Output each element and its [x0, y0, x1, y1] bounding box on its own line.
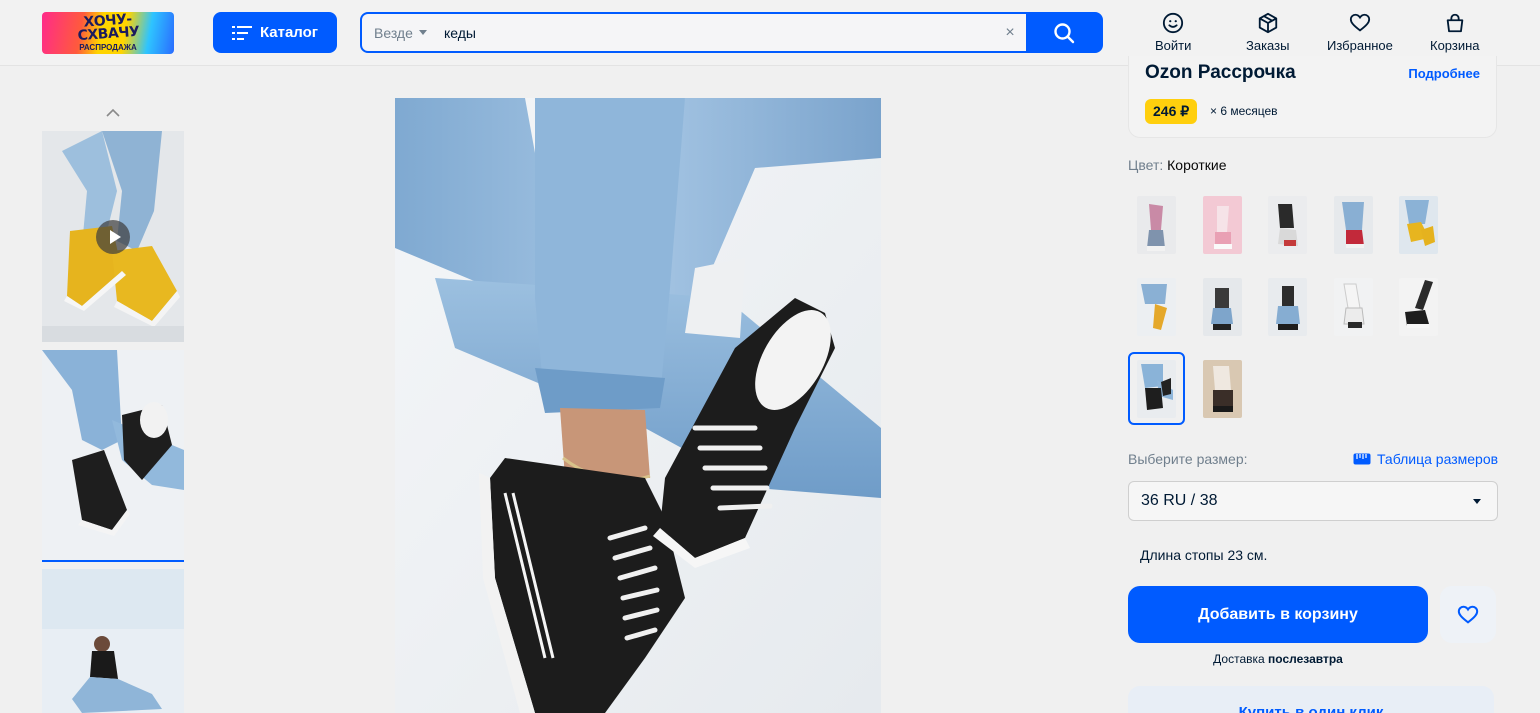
- swatch-image: [1203, 277, 1242, 336]
- search-scope-dropdown[interactable]: Везде: [374, 14, 427, 51]
- delivery-prefix: Доставка: [1213, 652, 1265, 666]
- color-swatch[interactable]: [1390, 188, 1447, 261]
- swatch-image: [1137, 195, 1176, 254]
- nav-favorites-label: Избранное: [1327, 38, 1393, 53]
- color-label-prefix: Цвет:: [1128, 157, 1164, 173]
- catalog-label: Каталог: [259, 24, 319, 41]
- swatch-image: [1334, 195, 1373, 254]
- search-scope-label: Везде: [374, 24, 413, 41]
- thumbnail-video[interactable]: [42, 131, 184, 342]
- heart-icon: [1349, 13, 1371, 32]
- nav-cart[interactable]: Корзина: [1430, 12, 1480, 56]
- swatch-image: [1268, 277, 1307, 336]
- color-swatch[interactable]: [1259, 270, 1316, 343]
- color-swatch-selected[interactable]: [1128, 352, 1185, 425]
- search-icon: [1053, 22, 1074, 43]
- menu-icon: [231, 25, 252, 40]
- search-input[interactable]: [444, 14, 984, 51]
- heart-icon: [1457, 605, 1479, 624]
- color-value: Короткие: [1167, 157, 1227, 173]
- swatch-image: [1399, 195, 1438, 254]
- swatch-image: [1399, 277, 1438, 336]
- color-swatch[interactable]: [1325, 270, 1382, 343]
- swatch-image: [1203, 195, 1242, 254]
- delivery-day: послезавтра: [1268, 652, 1343, 666]
- size-label: Выберите размер:: [1128, 451, 1248, 467]
- chevron-up-icon[interactable]: [104, 106, 122, 120]
- thumbnail-2[interactable]: [42, 350, 184, 562]
- search-bar: Везде ×: [360, 12, 1103, 53]
- color-swatch[interactable]: [1128, 270, 1185, 343]
- sale-logo[interactable]: ХОЧУ- СХВАЧУ РАСПРОДАЖА: [42, 12, 174, 54]
- foot-length-note: Длина стопы 23 см.: [1140, 547, 1268, 563]
- thumbnail-image: [42, 350, 184, 560]
- play-icon[interactable]: [96, 220, 130, 254]
- chevron-down-icon: [418, 30, 427, 35]
- search-field: Везде ×: [362, 14, 1026, 51]
- color-swatch[interactable]: [1325, 188, 1382, 261]
- catalog-button[interactable]: Каталог: [213, 12, 337, 53]
- add-to-favorites-button[interactable]: [1440, 586, 1496, 643]
- nav-cart-label: Корзина: [1430, 38, 1480, 53]
- swatch-image: [1268, 195, 1307, 254]
- swatch-image: [1334, 277, 1373, 336]
- swatch-image: [1137, 359, 1176, 418]
- add-to-cart-button[interactable]: Добавить в корзину: [1128, 586, 1428, 643]
- color-swatch[interactable]: [1194, 188, 1251, 261]
- thumbnail-3[interactable]: [42, 569, 184, 713]
- color-swatch[interactable]: [1194, 352, 1251, 425]
- color-swatch[interactable]: [1128, 188, 1185, 261]
- nav-orders[interactable]: Заказы: [1246, 12, 1289, 56]
- box-icon: [1258, 12, 1277, 34]
- installment-more-link[interactable]: Подробнее: [1408, 66, 1480, 81]
- size-select-value: 36 RU / 38: [1141, 492, 1218, 509]
- installment-card: Ozon Рассрочка Подробнее 246 ₽ × 6 месяц…: [1128, 56, 1497, 138]
- color-swatch[interactable]: [1259, 188, 1316, 261]
- size-table-label: Таблица размеров: [1377, 451, 1499, 467]
- bag-icon: [1446, 13, 1464, 33]
- thumbnail-image: [42, 569, 184, 713]
- nav-favorites[interactable]: Избранное: [1327, 12, 1393, 56]
- nav-orders-label: Заказы: [1246, 38, 1290, 53]
- size-select[interactable]: 36 RU / 38: [1128, 481, 1498, 521]
- delivery-info: Доставка послезавтра: [1128, 652, 1428, 666]
- main-product-image[interactable]: [395, 98, 881, 713]
- ruler-icon: [1353, 453, 1371, 465]
- size-table-link[interactable]: Таблица размеров: [1353, 451, 1498, 467]
- buy-one-click-button[interactable]: Купить в один клик: [1128, 686, 1494, 713]
- search-button[interactable]: [1026, 14, 1101, 51]
- color-swatch[interactable]: [1390, 270, 1447, 343]
- installment-term: × 6 месяцев: [1210, 104, 1278, 118]
- color-label: Цвет: Короткие: [1128, 157, 1227, 173]
- color-swatch[interactable]: [1194, 270, 1251, 343]
- chevron-down-icon: [1473, 499, 1481, 504]
- product-photo: [395, 98, 881, 713]
- nav-login[interactable]: Войти: [1155, 12, 1191, 56]
- swatch-image: [1203, 359, 1242, 418]
- clear-icon[interactable]: ×: [1000, 14, 1020, 51]
- logo-subtitle: РАСПРОДАЖА: [79, 43, 137, 52]
- installment-title: Ozon Рассрочка: [1145, 62, 1296, 83]
- swatch-image: [1137, 277, 1176, 336]
- logo-text: ХОЧУ- СХВАЧУ: [77, 12, 140, 45]
- smiley-icon: [1163, 12, 1184, 34]
- installment-amount-badge: 246 ₽: [1145, 99, 1198, 124]
- nav-login-label: Войти: [1155, 38, 1192, 53]
